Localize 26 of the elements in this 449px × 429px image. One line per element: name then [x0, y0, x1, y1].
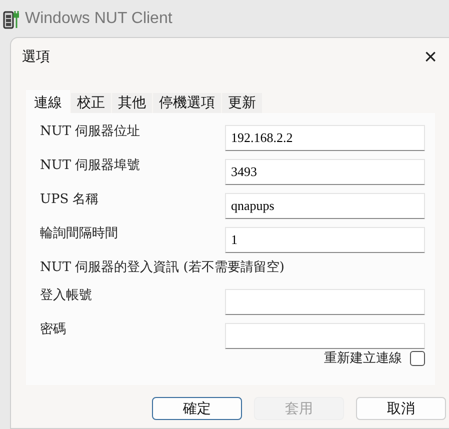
- checkbox[interactable]: [410, 350, 425, 366]
- tab[interactable]: 連線: [26, 90, 70, 113]
- field-label: UPS 名稱: [40, 191, 99, 208]
- tab[interactable]: 停機選項: [153, 93, 221, 113]
- tab[interactable]: 其他: [112, 93, 152, 113]
- field-label: 登入帳號: [40, 287, 92, 304]
- dialog-button[interactable]: 確定: [152, 397, 242, 420]
- field-label: 密碼: [40, 321, 66, 338]
- tab[interactable]: 更新: [222, 93, 262, 113]
- field-label: NUT 伺服器埠號: [40, 157, 140, 174]
- input-field[interactable]: qnapups: [225, 193, 425, 219]
- input-field[interactable]: 3493: [225, 159, 425, 185]
- field-label: NUT 伺服器位址: [40, 123, 140, 140]
- dialog-title: 選項: [22, 48, 50, 66]
- checkbox-label: 重新建立連線: [324, 350, 402, 367]
- close-button[interactable]: ×: [418, 46, 443, 68]
- dialog-button[interactable]: 取消: [356, 397, 446, 420]
- login-note: NUT 伺服器的登入資訊 (若不需要請留空): [40, 259, 286, 276]
- input-field[interactable]: 1: [225, 227, 425, 253]
- input-field[interactable]: [225, 323, 425, 349]
- tab[interactable]: 校正: [71, 93, 111, 113]
- field-label: 輪詢間隔時間: [40, 225, 118, 242]
- input-field[interactable]: [225, 289, 425, 315]
- battery-plug-icon: [3, 8, 19, 28]
- window-title: Windows NUT Client: [25, 10, 172, 28]
- input-field[interactable]: 192.168.2.2: [225, 125, 425, 151]
